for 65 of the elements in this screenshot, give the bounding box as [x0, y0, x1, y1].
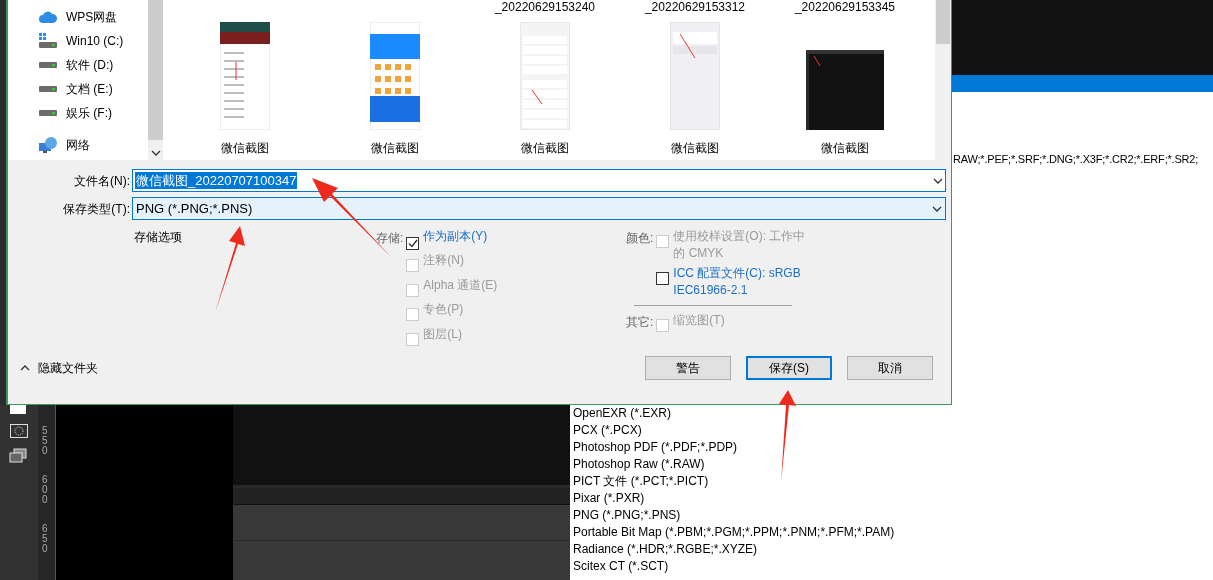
dialog-button[interactable]: 保存(S)	[746, 356, 832, 380]
group-label: 其它:	[626, 314, 654, 331]
checkbox[interactable]	[406, 237, 420, 250]
checkbox-label: 作为副本(Y)	[423, 228, 488, 245]
ruler-label: 550	[42, 426, 48, 456]
field-label: 保存类型(T):	[62, 200, 131, 218]
dropdown-icon	[933, 177, 943, 184]
file-name[interactable]: 微信截图	[671, 140, 719, 156]
file-name[interactable]: 微信截图	[371, 140, 419, 156]
color-swatch[interactable]	[10, 405, 26, 414]
drive-icon	[38, 33, 58, 49]
checkbox-label: 注释(N)	[423, 252, 464, 270]
dialog-button[interactable]: 取消	[847, 356, 933, 380]
section-title: 存储选项	[134, 229, 182, 246]
drive-icon	[38, 109, 58, 117]
hide-folders-button[interactable]: 隐藏文件夹	[20, 359, 98, 377]
ruler-label: 650	[42, 524, 48, 554]
group-label: 存储:	[376, 230, 404, 247]
sidebar-item[interactable]: 网络	[8, 133, 148, 157]
list-item[interactable]: Radiance (*.HDR;*.RGBE;*.XYZE)	[570, 541, 952, 558]
sidebar-item[interactable]: Win10 (C:)	[8, 29, 148, 53]
checkbox-label: 使用校样设置(O): 工作中的 CMYK	[673, 228, 806, 262]
field-label: 文件名(N):	[73, 172, 131, 190]
group-label: 颜色:	[626, 230, 654, 247]
file-name: _20220629153345	[794, 0, 896, 14]
list-item[interactable]: Scitex CT (*.SCT)	[570, 558, 952, 575]
dropdown-icon	[932, 205, 942, 212]
network-icon	[38, 136, 58, 154]
ruler-label: 600	[42, 475, 48, 505]
file-name[interactable]: 微信截图	[521, 140, 569, 156]
sidebar-item[interactable]: 软件 (D:)	[8, 53, 148, 77]
file-name-field[interactable]: 微信截图_20220707100347	[132, 169, 946, 192]
sidebar-item[interactable]: WPS网盘	[8, 5, 148, 29]
quick-mask-icon[interactable]	[10, 424, 28, 438]
list-item[interactable]: RAW;*.PEF;*.SRF;*.DNG;*.X3F;*.CR2;*.ERF;*.SR2;	[952, 151, 1213, 168]
checkbox-label: Alpha 通道(E)	[423, 276, 498, 294]
list-item[interactable]: PNG (*.PNG;*.PNS)	[570, 507, 952, 524]
list-item[interactable]: Photoshop Raw (*.RAW)	[570, 456, 952, 473]
list-item[interactable]: Pixar (*.PXR)	[570, 490, 952, 507]
file-name[interactable]: 微信截图	[221, 140, 269, 156]
list-item[interactable]: Portable Bit Map (*.PBM;*.PGM;*.PPM;*.PNM;*.PFM;*.PAM)	[570, 524, 952, 541]
list-item[interactable]: Photoshop PDF (*.PDF;*.PDP)	[570, 439, 952, 456]
drive-icon	[38, 85, 58, 93]
file-name: _20220629153312	[644, 0, 746, 14]
field-value: 微信截图_20220707100347	[135, 172, 298, 189]
chevron-up-icon	[20, 365, 30, 371]
sidebar-item[interactable]: 娱乐 (F:)	[8, 101, 148, 125]
checkbox-label: ICC 配置文件(C): sRGB IEC61966-2.1	[673, 265, 802, 299]
checkmark-icon	[407, 239, 418, 248]
checkbox-label: 缩览图(T)	[673, 312, 725, 329]
file-name[interactable]: 微信截图	[821, 140, 869, 156]
scroll-down-icon	[150, 150, 161, 156]
screen-mode-icon[interactable]	[9, 448, 29, 464]
file-type-select[interactable]: PNG (*.PNG;*.PNS)	[132, 197, 946, 220]
file-name: _20220629153240	[494, 0, 596, 14]
cloud-icon	[38, 10, 58, 24]
list-item[interactable]: OpenEXR (*.EXR)	[570, 405, 952, 422]
dialog-button[interactable]: 警告	[645, 356, 731, 380]
list-item[interactable]: PCX (*.PCX)	[570, 422, 952, 439]
list-item[interactable]: PICT 文件 (*.PCT;*.PICT)	[570, 473, 952, 490]
checkbox-label: 图层(L)	[423, 325, 462, 343]
checkbox[interactable]	[656, 272, 670, 285]
checkbox-label: 专色(P)	[423, 301, 464, 319]
drive-icon	[38, 61, 58, 69]
sidebar-item[interactable]: 文档 (E:)	[8, 77, 148, 101]
